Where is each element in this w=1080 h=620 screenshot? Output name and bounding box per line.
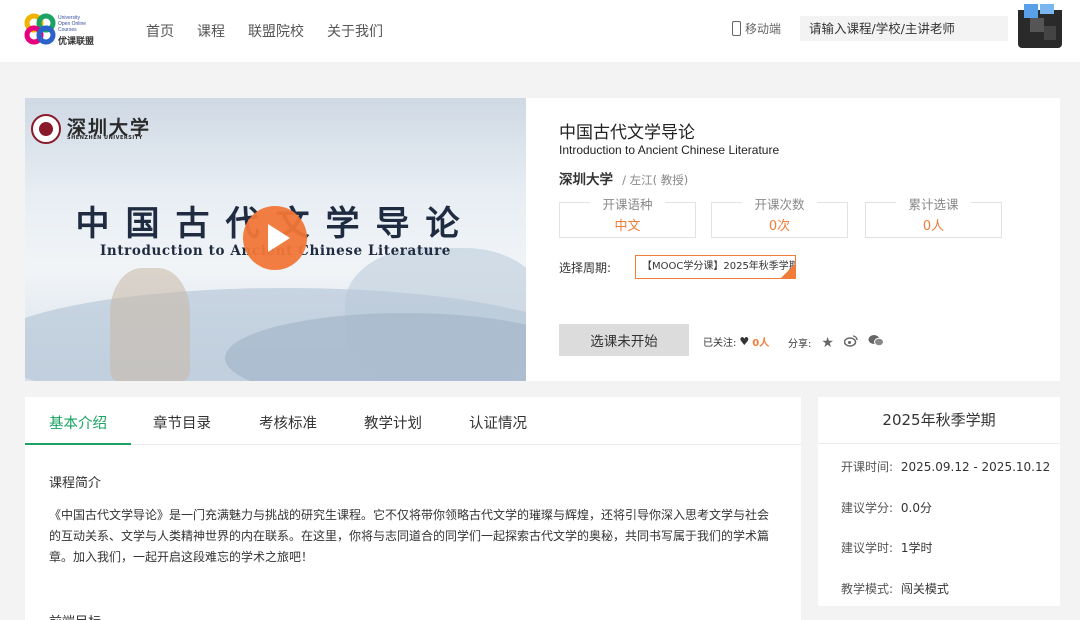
row-label: 教学模式: <box>841 582 894 596</box>
semester-row: 教学模式: 闯关模式 <box>841 580 949 597</box>
course-title-english: Introduction to Ancient Chinese Literatu… <box>559 143 780 157</box>
course-cover-video[interactable]: 深圳大学 SHENZHEN UNIVERSITY 中国古代文学导论 Introd… <box>25 98 526 381</box>
course-card: 深圳大学 SHENZHEN UNIVERSITY 中国古代文学导论 Introd… <box>25 98 1060 381</box>
stat-label: 累计选课 <box>908 197 959 212</box>
course-detail-panel: 基本介绍 章节目录 考核标准 教学计划 认证情况 课程简介 《中国古代文学导论》… <box>25 397 801 620</box>
school-name[interactable]: 深圳大学 <box>559 172 613 188</box>
stat-enrolled: 累计选课 0人 <box>865 197 1002 238</box>
stat-sessions: 开课次数 0次 <box>711 197 848 238</box>
heart-icon: ♥ <box>739 335 750 348</box>
tab-chapters[interactable]: 章节目录 <box>153 412 211 433</box>
stat-language: 开课语种 中文 <box>559 197 696 238</box>
logo-mark-icon <box>24 13 56 45</box>
row-label: 开课时间: <box>841 460 894 474</box>
play-icon[interactable] <box>243 206 307 270</box>
stat-label: 开课次数 <box>754 197 805 212</box>
weibo-icon[interactable] <box>843 334 858 351</box>
tab-basic-intro[interactable]: 基本介绍 <box>49 412 107 433</box>
qzone-star-icon[interactable]: ★ <box>821 335 834 351</box>
row-value: 1学时 <box>900 541 933 555</box>
follow-count: 0人 <box>752 338 770 349</box>
follow-label: 已关注: <box>703 338 737 349</box>
intro-heading: 课程简介 <box>49 476 102 491</box>
enroll-button[interactable]: 选课未开始 <box>559 324 689 356</box>
cover-figure <box>110 268 190 381</box>
mobile-link[interactable]: 移动端 <box>732 20 781 37</box>
row-value: 0.0分 <box>900 501 932 515</box>
period-selected-value: 【MOOC学分课】2025年秋季学期 <box>642 261 796 272</box>
course-title: 中国古代文学导论 <box>559 123 695 143</box>
stat-value: 0人 <box>922 219 945 234</box>
tab-bar: 基本介绍 章节目录 考核标准 教学计划 认证情况 <box>25 397 801 445</box>
tab-certification[interactable]: 认证情况 <box>469 412 527 433</box>
semester-row: 开课时间: 2025.09.12 - 2025.10.12 <box>841 458 1050 475</box>
search-input[interactable] <box>800 16 1008 41</box>
stat-value: 中文 <box>614 219 641 234</box>
semester-title: 2025年秋季学期 <box>818 397 1060 444</box>
nav-about-us[interactable]: 关于我们 <box>327 21 383 41</box>
semester-row: 建议学时: 1学时 <box>841 539 933 556</box>
semester-row: 建议学分: 0.0分 <box>841 499 932 516</box>
site-logo[interactable]: University Open Online Courses 优课联盟 <box>24 13 104 49</box>
teacher-name: / 左江( 教授) <box>622 173 689 187</box>
main-nav: 首页 课程 联盟院校 关于我们 <box>146 0 406 62</box>
tab-teaching-plan[interactable]: 教学计划 <box>364 412 422 433</box>
mobile-label: 移动端 <box>745 22 782 36</box>
period-label: 选择周期: <box>559 261 612 275</box>
semester-panel: 2025年秋季学期 开课时间: 2025.09.12 - 2025.10.12 … <box>818 397 1060 606</box>
user-avatar[interactable] <box>1018 4 1062 48</box>
period-select[interactable]: 【MOOC学分课】2025年秋季学期 <box>635 255 796 279</box>
top-header: University Open Online Courses 优课联盟 首页 课… <box>0 0 1080 62</box>
cover-university-english: SHENZHEN UNIVERSITY <box>67 135 143 141</box>
wechat-icon[interactable] <box>868 334 884 351</box>
row-value: 2025.09.12 - 2025.10.12 <box>900 460 1051 474</box>
row-value: 闯关模式 <box>900 582 949 596</box>
course-school: 深圳大学 / 左江( 教授) <box>559 168 688 188</box>
follow-info[interactable]: 已关注: ♥ 0人 <box>703 334 769 349</box>
active-tab-indicator <box>25 443 131 445</box>
next-section-heading: 前端目标 <box>49 611 101 620</box>
share-bar: 分享: ★ <box>788 334 884 351</box>
logo-chinese-text: 优课联盟 <box>58 37 95 47</box>
nav-home[interactable]: 首页 <box>146 21 174 41</box>
nav-member-schools[interactable]: 联盟院校 <box>248 21 304 41</box>
stat-value: 0次 <box>768 219 791 234</box>
intro-text: 《中国古代文学导论》是一门充满魅力与挑战的研究生课程。它不仅将带你领略古代文学的… <box>49 508 770 564</box>
selected-check-icon <box>781 264 795 278</box>
logo-english-text: University Open Online Courses <box>58 15 87 33</box>
tab-assessment[interactable]: 考核标准 <box>259 412 317 433</box>
stat-label: 开课语种 <box>602 197 653 212</box>
row-label: 建议学分: <box>841 501 894 515</box>
university-seal-icon <box>31 114 61 144</box>
nav-courses[interactable]: 课程 <box>197 21 225 41</box>
phone-icon <box>732 21 741 36</box>
row-label: 建议学时: <box>841 541 894 555</box>
share-label: 分享: <box>788 339 812 350</box>
